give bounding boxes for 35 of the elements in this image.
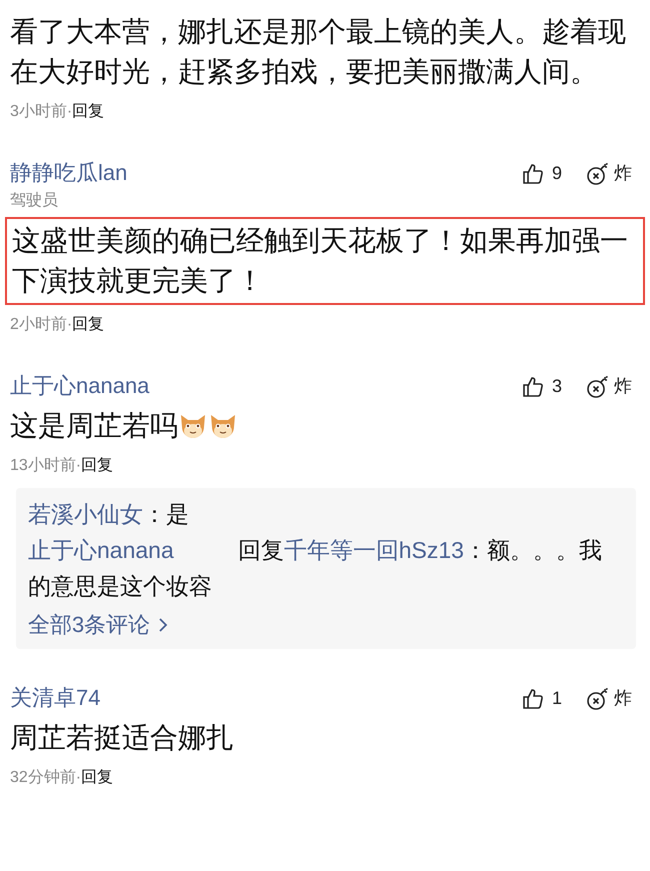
bomb-icon bbox=[586, 686, 610, 710]
user-name-link[interactable]: 止于心nanana bbox=[28, 537, 174, 563]
like-button[interactable]: 3 bbox=[522, 373, 562, 400]
user-name-link[interactable]: 止于心nanana bbox=[10, 369, 150, 402]
reply-link[interactable]: 回复 bbox=[72, 313, 104, 337]
timestamp: 32分钟前· bbox=[10, 768, 82, 788]
reply-link[interactable]: 回复 bbox=[81, 454, 114, 478]
chevron-right-icon bbox=[158, 616, 168, 632]
timestamp: 2小时前· bbox=[10, 314, 72, 335]
comment-text: 周芷若挺适合娜扎 bbox=[10, 721, 234, 755]
timestamp: 13小时前· bbox=[10, 456, 82, 476]
thumbs-up-icon bbox=[522, 376, 544, 398]
view-all-comments-link[interactable]: 全部3条评论 bbox=[28, 608, 168, 641]
user-name-link[interactable]: 千年等一回hSz13 bbox=[284, 537, 464, 563]
bomb-icon bbox=[586, 162, 610, 186]
thumbs-up-icon bbox=[522, 162, 544, 184]
bomb-icon bbox=[586, 374, 610, 398]
reply-link[interactable]: 回复 bbox=[72, 100, 104, 124]
bomb-button[interactable]: 炸 bbox=[586, 685, 632, 712]
like-button[interactable]: 1 bbox=[522, 685, 562, 712]
user-name-link[interactable]: 若溪小仙女 bbox=[28, 501, 143, 527]
timestamp: 3小时前· bbox=[10, 102, 72, 122]
reply-text: 止于心nanana 回复千年等一回hSz13：额。。。我的意思是这个妆容 bbox=[28, 536, 603, 601]
comment-text: 这盛世美颜的确已经触到天花板了！如果再加强一下演技就更完美了！ bbox=[12, 224, 629, 298]
comment-text: 看了大本营，娜扎还是那个最上镜的美人。趁着现在大好时光，赶紧多拍戏，要把美丽撒满人间。 bbox=[10, 15, 627, 89]
user-name-link[interactable]: 关清卓74 bbox=[10, 681, 100, 714]
reply-text: 若溪小仙女：是 bbox=[28, 500, 190, 529]
bomb-button[interactable]: 炸 bbox=[586, 160, 632, 187]
bomb-button[interactable]: 炸 bbox=[586, 373, 632, 400]
reply-link[interactable]: 回复 bbox=[81, 766, 114, 790]
user-rank-label: 驾驶员 bbox=[10, 190, 59, 211]
user-name-link[interactable]: 静静吃瓜lan bbox=[10, 156, 128, 189]
comment-text: 这是周芷若吗 bbox=[10, 409, 178, 443]
thumbs-up-icon bbox=[522, 688, 544, 710]
like-button[interactable]: 9 bbox=[522, 160, 562, 187]
